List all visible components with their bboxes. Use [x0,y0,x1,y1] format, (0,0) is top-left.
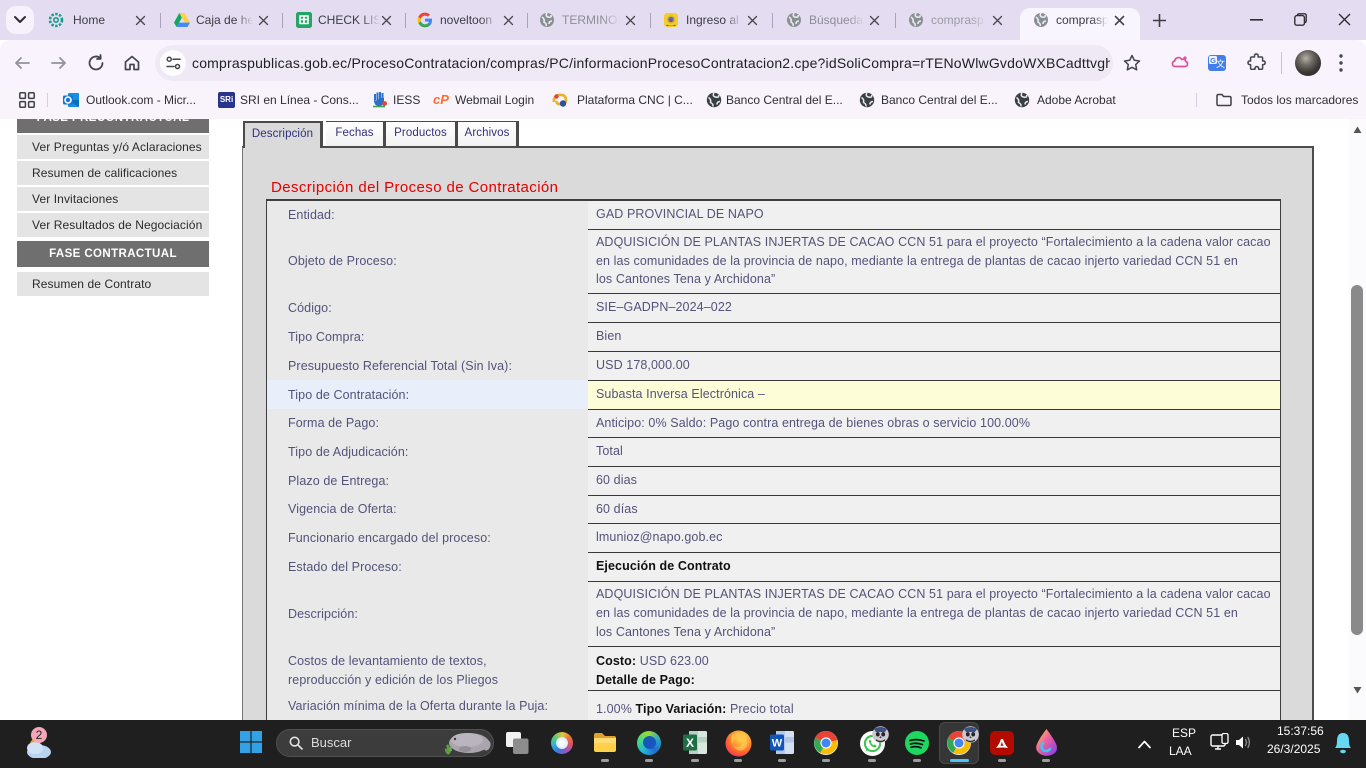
svg-text:文: 文 [1216,58,1225,69]
svg-text:2: 2 [36,728,43,742]
svg-text:X: X [686,736,694,750]
svg-text:W: W [772,738,783,750]
